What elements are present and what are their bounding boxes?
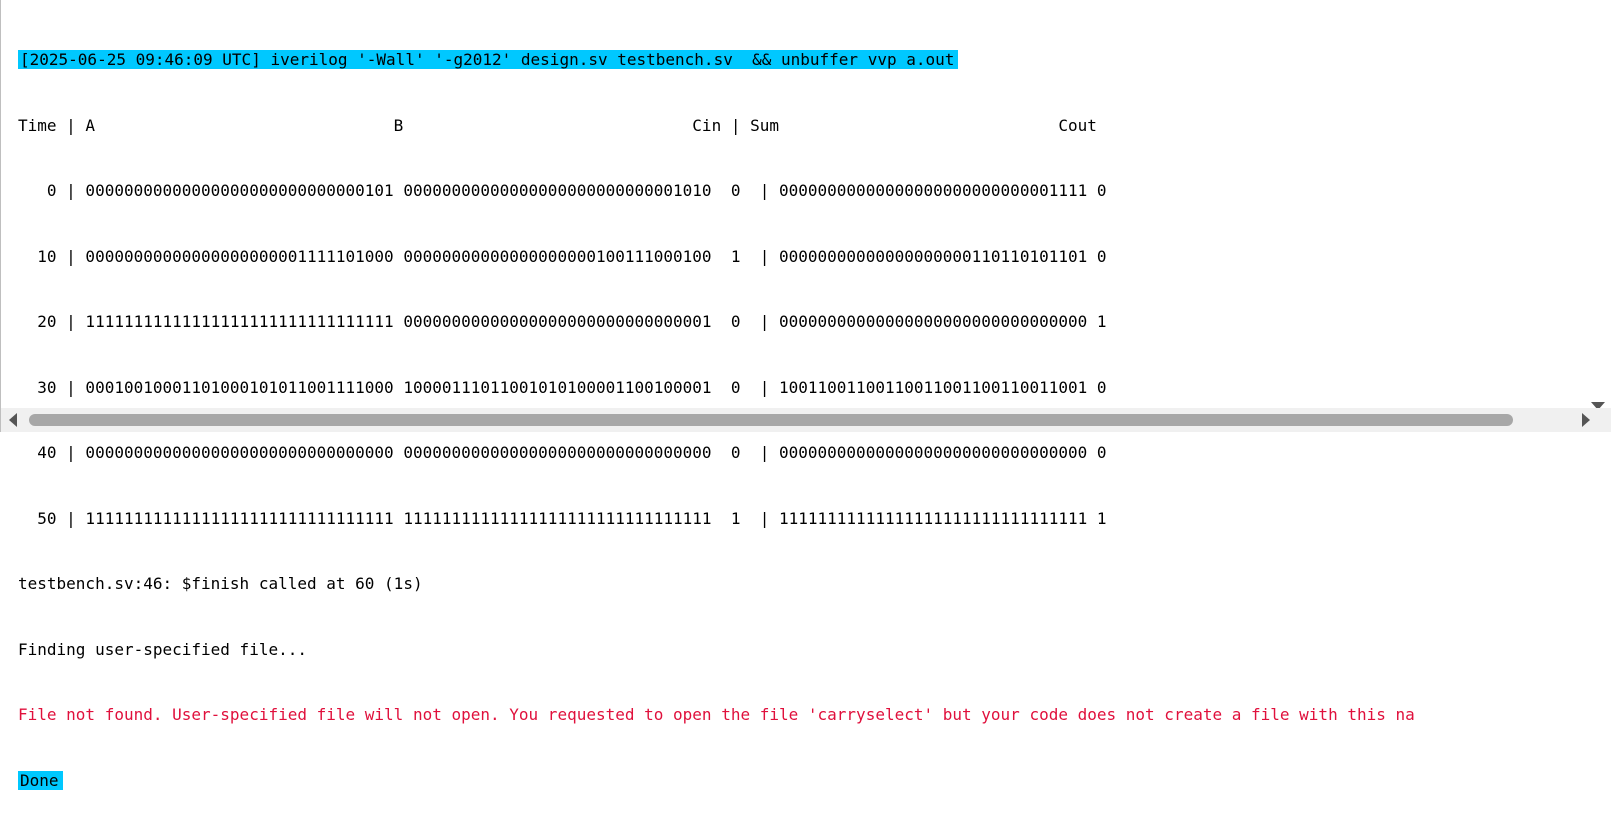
table-row: 20 | 11111111111111111111111111111111 00… [18,312,1107,331]
error-message: File not found. User-specified file will… [18,705,1415,724]
chevron-left-icon[interactable] [9,413,17,427]
command-line: [2025-06-25 09:46:09 UTC] iverilog '-Wal… [18,50,959,69]
table-row: 10 | 00000000000000000000001111101000 00… [18,246,1107,266]
table-row: 0 | 00000000000000000000000000000101 000… [18,181,1107,200]
finish-message: testbench.sv:46: $finish called at 60 (1… [18,574,423,593]
table-row: 30 | 00010010001101000101011001111000 10… [18,377,1107,397]
table-row: 50 | 11111111111111111111111111111111 11… [18,508,1107,528]
scrollbar-thumb[interactable] [29,414,1513,426]
vertical-scrollbar[interactable] [1587,0,1611,410]
done-status: Done [18,770,63,790]
finding-message: Finding user-specified file... [18,639,307,659]
table-row: 40 | 00000000000000000000000000000000 00… [18,443,1107,462]
table-header: Time | A B Cin | Sum Cout [18,115,1097,135]
horizontal-scrollbar[interactable] [1,408,1611,432]
console-output-panel: [2025-06-25 09:46:09 UTC] iverilog '-Wal… [0,0,1611,790]
chevron-right-icon[interactable] [1582,413,1590,427]
